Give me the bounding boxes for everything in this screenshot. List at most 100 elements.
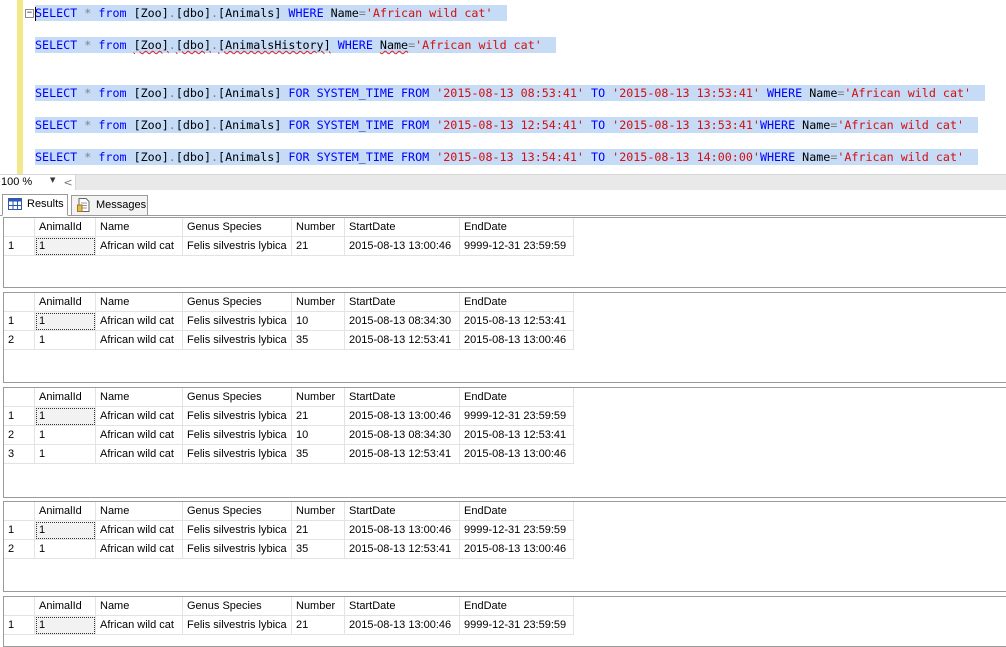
tab-results[interactable]: Results: [2, 194, 68, 216]
cell-start-date[interactable]: 2015-08-13 13:00:46: [345, 407, 460, 426]
query-editor[interactable]: − SELECT * from [Zoo].[dbo].[Animals] WH…: [0, 0, 1006, 174]
cell-name[interactable]: African wild cat: [96, 616, 183, 635]
cell-number[interactable]: 21: [292, 521, 345, 540]
tab-messages[interactable]: Messages: [71, 195, 148, 216]
column-header-name[interactable]: Name: [96, 218, 183, 237]
query-line-4[interactable]: SELECT * from [Zoo].[dbo].[Animals] FOR …: [35, 117, 979, 134]
table-row[interactable]: 2 1 African wild cat Felis silvestris lybic…: [4, 540, 574, 559]
scroll-left-button[interactable]: <: [62, 175, 74, 190]
cell-animal-id[interactable]: 1: [35, 445, 96, 464]
cell-genus-species[interactable]: Felis silvestris lybica: [183, 237, 292, 256]
column-header-name[interactable]: Name: [96, 597, 183, 616]
cell-name[interactable]: African wild cat: [96, 445, 183, 464]
table-row[interactable]: 1 1 African wild cat Felis silvestris lybic…: [4, 521, 574, 540]
cell-genus-species[interactable]: Felis silvestris lybica: [183, 521, 292, 540]
table-row[interactable]: 1 1 African wild cat Felis silvestris lybic…: [4, 237, 574, 256]
result-grid-3[interactable]: AnimalId Name Genus Species Number StartDate…: [3, 387, 1006, 498]
column-header-start-date[interactable]: StartDate: [345, 218, 460, 237]
column-header-start-date[interactable]: StartDate: [345, 502, 460, 521]
cell-name[interactable]: African wild cat: [96, 407, 183, 426]
row-number[interactable]: 2: [4, 426, 35, 445]
cell-animal-id[interactable]: 1: [35, 616, 96, 635]
result-grid-4[interactable]: AnimalId Name Genus Species Number StartDate…: [3, 501, 1006, 592]
column-header-start-date[interactable]: StartDate: [345, 293, 460, 312]
cell-name[interactable]: African wild cat: [96, 540, 183, 559]
column-header-number[interactable]: Number: [292, 388, 345, 407]
row-number[interactable]: 1: [4, 407, 35, 426]
cell-start-date[interactable]: 2015-08-13 08:34:30: [345, 426, 460, 445]
cell-end-date[interactable]: 2015-08-13 13:00:46: [460, 540, 574, 559]
column-header-name[interactable]: Name: [96, 293, 183, 312]
query-line-5[interactable]: SELECT * from [Zoo].[dbo].[Animals] FOR …: [35, 149, 979, 166]
row-number[interactable]: 1: [4, 616, 35, 635]
cell-genus-species[interactable]: Felis silvestris lybica: [183, 312, 292, 331]
result-grid-1[interactable]: AnimalId Name Genus Species Number StartDate…: [3, 217, 1006, 288]
cell-end-date[interactable]: 9999-12-31 23:59:59: [460, 616, 574, 635]
cell-genus-species[interactable]: Felis silvestris lybica: [183, 331, 292, 350]
cell-number[interactable]: 35: [292, 540, 345, 559]
horizontal-scrollbar[interactable]: [75, 175, 1006, 190]
cell-start-date[interactable]: 2015-08-13 13:00:46: [345, 616, 460, 635]
cell-animal-id[interactable]: 1: [35, 407, 96, 426]
column-header-number[interactable]: Number: [292, 293, 345, 312]
row-number[interactable]: 2: [4, 331, 35, 350]
cell-genus-species[interactable]: Felis silvestris lybica: [183, 445, 292, 464]
column-header-animal-id[interactable]: AnimalId: [35, 388, 96, 407]
cell-start-date[interactable]: 2015-08-13 12:53:41: [345, 331, 460, 350]
cell-genus-species[interactable]: Felis silvestris lybica: [183, 540, 292, 559]
chevron-down-icon[interactable]: ▼: [50, 176, 55, 184]
result-grid-2[interactable]: AnimalId Name Genus Species Number StartDate…: [3, 292, 1006, 383]
grid-corner-cell[interactable]: [4, 218, 35, 237]
cell-number[interactable]: 21: [292, 616, 345, 635]
cell-number[interactable]: 21: [292, 237, 345, 256]
row-number[interactable]: 1: [4, 237, 35, 256]
table-row[interactable]: 1 1 African wild cat Felis silvestris lybic…: [4, 407, 574, 426]
grid-corner-cell[interactable]: [4, 502, 35, 521]
result-grid-5[interactable]: AnimalId Name Genus Species Number StartDate…: [3, 596, 1006, 647]
table-row[interactable]: 2 1 African wild cat Felis silvestris lybic…: [4, 331, 574, 350]
column-header-genus-species[interactable]: Genus Species: [183, 218, 292, 237]
cell-name[interactable]: African wild cat: [96, 426, 183, 445]
column-header-genus-species[interactable]: Genus Species: [183, 388, 292, 407]
cell-name[interactable]: African wild cat: [96, 331, 183, 350]
row-number[interactable]: 2: [4, 540, 35, 559]
column-header-end-date[interactable]: EndDate: [460, 597, 574, 616]
cell-animal-id[interactable]: 1: [35, 312, 96, 331]
cell-end-date[interactable]: 2015-08-13 12:53:41: [460, 312, 574, 331]
cell-name[interactable]: African wild cat: [96, 237, 183, 256]
column-header-number[interactable]: Number: [292, 502, 345, 521]
cell-genus-species[interactable]: Felis silvestris lybica: [183, 426, 292, 445]
column-header-name[interactable]: Name: [96, 388, 183, 407]
cell-start-date[interactable]: 2015-08-13 13:00:46: [345, 521, 460, 540]
cell-genus-species[interactable]: Felis silvestris lybica: [183, 407, 292, 426]
column-header-name[interactable]: Name: [96, 502, 183, 521]
column-header-number[interactable]: Number: [292, 597, 345, 616]
cell-end-date[interactable]: 9999-12-31 23:59:59: [460, 407, 574, 426]
column-header-start-date[interactable]: StartDate: [345, 597, 460, 616]
query-line-1[interactable]: SELECT * from [Zoo].[dbo].[Animals] WHER…: [35, 5, 507, 22]
cell-end-date[interactable]: 2015-08-13 12:53:41: [460, 426, 574, 445]
table-row[interactable]: 3 1 African wild cat Felis silvestris lybic…: [4, 445, 574, 464]
grid-corner-cell[interactable]: [4, 293, 35, 312]
cell-number[interactable]: 10: [292, 312, 345, 331]
column-header-start-date[interactable]: StartDate: [345, 388, 460, 407]
collapse-region-icon[interactable]: −: [25, 9, 34, 18]
column-header-genus-species[interactable]: Genus Species: [183, 293, 292, 312]
column-header-animal-id[interactable]: AnimalId: [35, 293, 96, 312]
cell-end-date[interactable]: 9999-12-31 23:59:59: [460, 237, 574, 256]
table-row[interactable]: 2 1 African wild cat Felis silvestris lybic…: [4, 426, 574, 445]
cell-animal-id[interactable]: 1: [35, 426, 96, 445]
column-header-animal-id[interactable]: AnimalId: [35, 502, 96, 521]
cell-number[interactable]: 10: [292, 426, 345, 445]
grid-corner-cell[interactable]: [4, 597, 35, 616]
cell-end-date[interactable]: 2015-08-13 13:00:46: [460, 445, 574, 464]
query-line-3[interactable]: SELECT * from [Zoo].[dbo].[Animals] FOR …: [35, 85, 986, 102]
column-header-end-date[interactable]: EndDate: [460, 293, 574, 312]
column-header-animal-id[interactable]: AnimalId: [35, 218, 96, 237]
cell-number[interactable]: 35: [292, 445, 345, 464]
cell-animal-id[interactable]: 1: [35, 237, 96, 256]
cell-number[interactable]: 35: [292, 331, 345, 350]
cell-number[interactable]: 21: [292, 407, 345, 426]
cell-end-date[interactable]: 2015-08-13 13:00:46: [460, 331, 574, 350]
cell-genus-species[interactable]: Felis silvestris lybica: [183, 616, 292, 635]
